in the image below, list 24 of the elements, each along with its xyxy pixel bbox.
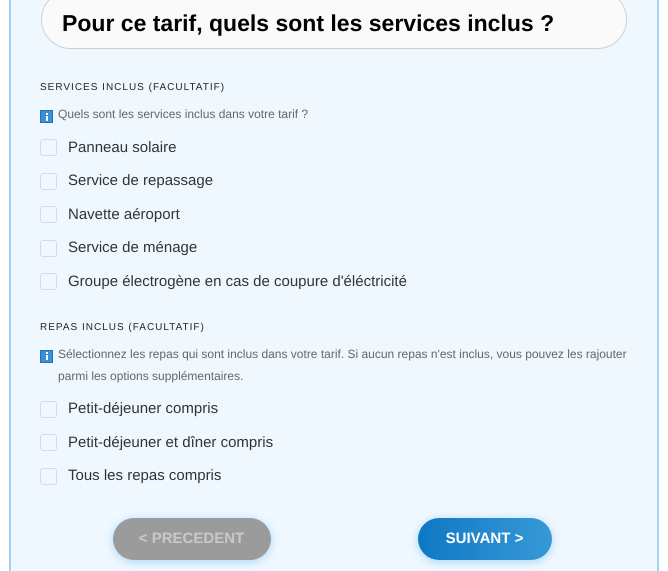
question-title: Pour ce tarif, quels sont les services inclus ? [41, 0, 627, 49]
checkbox[interactable] [40, 434, 57, 452]
info-icon [40, 110, 53, 123]
hint-text: Quels sont les services inclus dans votre tarif ? [58, 106, 308, 123]
option-label: Navette aéroport [68, 204, 180, 224]
checkbox[interactable] [40, 206, 57, 224]
option-label: Service de ménage [68, 238, 198, 258]
checkbox[interactable] [40, 468, 57, 485]
checkbox[interactable] [40, 172, 57, 190]
option-label: Petit-déjeuner et dîner compris [68, 432, 274, 452]
option-label: Tous les repas compris [68, 466, 222, 486]
checkbox[interactable] [40, 400, 57, 418]
option-label: Petit-déjeuner compris [68, 399, 218, 419]
section-heading: REPAS INCLUS (FACULTATIF) [40, 320, 206, 334]
option-label: Service de repassage [68, 171, 214, 191]
checkbox[interactable] [40, 139, 57, 156]
checkbox[interactable] [40, 273, 57, 290]
next-button[interactable]: SUIVANT > [418, 518, 552, 560]
checkbox[interactable] [40, 240, 57, 257]
option-label: Groupe électrogène en cas de coupure d'éléctricité [68, 272, 407, 292]
section-heading: SERVICES INCLUS (FACULTATIF) [40, 81, 226, 95]
option-label: Panneau solaire [68, 138, 176, 158]
info-icon [40, 350, 53, 362]
hint-text: Sélectionnez les repas qui sont inclus dans votre tarif. Si aucun repas n'est inclus, vous pouvez les rajouter parmi les options supplémentaires. [58, 346, 628, 384]
